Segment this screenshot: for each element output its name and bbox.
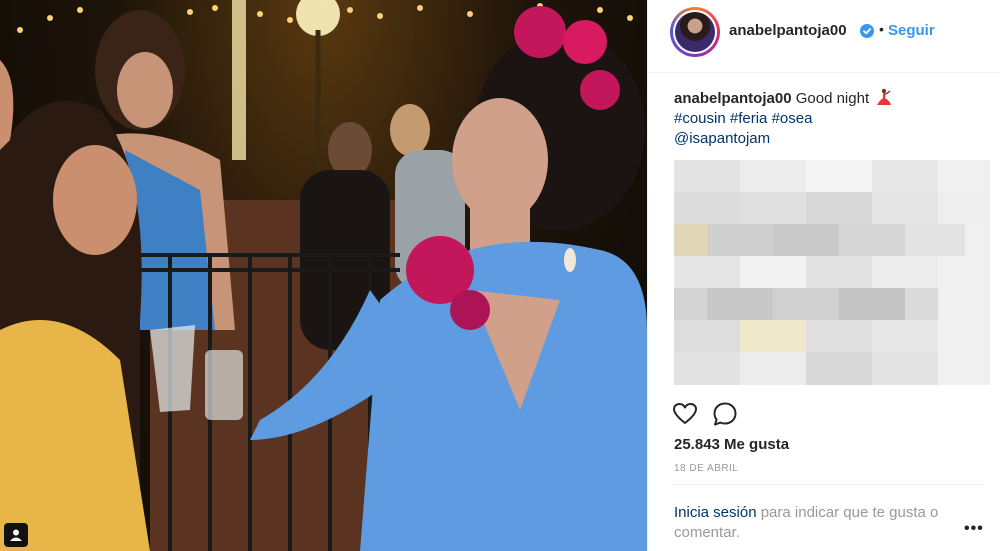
mention-link[interactable]: @isapantojam <box>674 130 770 147</box>
comment-icon[interactable] <box>712 401 738 427</box>
heart-icon[interactable] <box>672 401 698 427</box>
divider <box>674 484 984 485</box>
verified-badge-icon <box>860 24 874 38</box>
user-tag-icon[interactable] <box>4 523 28 547</box>
avatar[interactable] <box>673 10 717 54</box>
post-header: anabelpantoja00 • Seguir <box>648 0 1000 73</box>
separator-dot: • <box>879 21 884 37</box>
post-caption: anabelpantoja00 Good night #cousin #feri… <box>674 88 974 149</box>
caption-text: Good night <box>795 90 870 107</box>
hashtag-link[interactable]: #cousin <box>674 110 726 127</box>
more-options-button[interactable]: ••• <box>964 520 984 538</box>
photo-illustration <box>0 0 647 551</box>
login-link[interactable]: Inicia sesión <box>674 504 757 521</box>
avatar-story-ring[interactable] <box>670 7 720 57</box>
post-date[interactable]: 18 DE ABRIL <box>674 463 738 474</box>
flamenco-dancer-emoji <box>877 88 892 105</box>
username-link[interactable]: anabelpantoja00 <box>729 22 847 39</box>
follow-button[interactable]: Seguir <box>888 22 935 39</box>
likes-count[interactable]: 25.843 Me gusta <box>674 436 789 453</box>
avatar-image <box>675 12 715 52</box>
hashtag-link[interactable]: #osea <box>772 110 813 127</box>
pixelated-comments <box>674 160 990 385</box>
post-sidebar: anabelpantoja00 • Seguir anabelpantoja00… <box>647 0 1000 551</box>
post-photo[interactable] <box>0 0 647 551</box>
hashtag-link[interactable]: #feria <box>730 110 768 127</box>
post-actions <box>672 401 972 427</box>
login-prompt: Inicia sesión para indicar que te gusta … <box>674 503 974 543</box>
caption-username-link[interactable]: anabelpantoja00 <box>674 90 792 107</box>
